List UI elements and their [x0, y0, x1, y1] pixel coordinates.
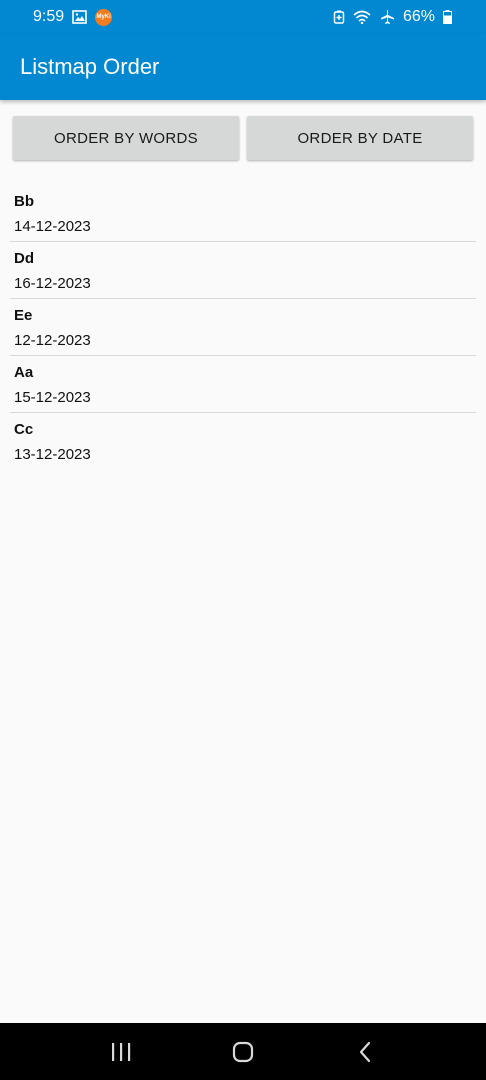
- list-item: Dd 16-12-2023: [10, 242, 476, 299]
- battery-icon: [443, 10, 452, 24]
- status-time: 9:59: [33, 8, 65, 25]
- wifi-icon: [353, 10, 371, 24]
- app-bar: Listmap Order: [0, 34, 486, 100]
- order-by-date-button[interactable]: ORDER BY DATE: [247, 116, 473, 160]
- airplane-mode-icon: [379, 9, 395, 25]
- gallery-icon: [72, 10, 87, 24]
- status-bar-right: 66%: [333, 8, 452, 26]
- list-item: Bb 14-12-2023: [10, 185, 476, 242]
- sort-button-row: ORDER BY WORDS ORDER BY DATE: [13, 116, 473, 160]
- list-item-date: 15-12-2023: [14, 389, 91, 406]
- battery-saver-icon: [333, 10, 345, 24]
- list-item-date: 14-12-2023: [14, 218, 91, 235]
- status-bar: 9:59 MyKi 66%: [0, 0, 486, 34]
- list-item-date: 13-12-2023: [14, 446, 91, 463]
- list-item: Cc 13-12-2023: [10, 413, 476, 470]
- status-bar-left: 9:59 MyKi: [33, 8, 113, 26]
- app-notification-icon: MyKi: [95, 8, 113, 26]
- list-item-word: Cc: [14, 421, 34, 438]
- word-date-list: Bb 14-12-2023 Dd 16-12-2023 Ee 12-12-202…: [10, 185, 476, 470]
- list-item-word: Bb: [14, 193, 34, 210]
- home-icon[interactable]: [223, 1032, 263, 1072]
- list-item: Aa 15-12-2023: [10, 356, 476, 413]
- navigation-bar: [0, 1023, 486, 1080]
- back-icon[interactable]: [345, 1032, 385, 1072]
- app-title: Listmap Order: [20, 54, 160, 79]
- list-item: Ee 12-12-2023: [10, 299, 476, 356]
- list-item-word: Ee: [14, 307, 33, 324]
- battery-percentage: 66%: [402, 8, 435, 25]
- list-item-date: 16-12-2023: [14, 275, 91, 292]
- list-item-date: 12-12-2023: [14, 332, 91, 349]
- list-item-word: Aa: [14, 364, 34, 381]
- list-item-word: Dd: [14, 250, 34, 267]
- order-by-words-button[interactable]: ORDER BY WORDS: [13, 116, 239, 160]
- recents-icon[interactable]: [101, 1032, 141, 1072]
